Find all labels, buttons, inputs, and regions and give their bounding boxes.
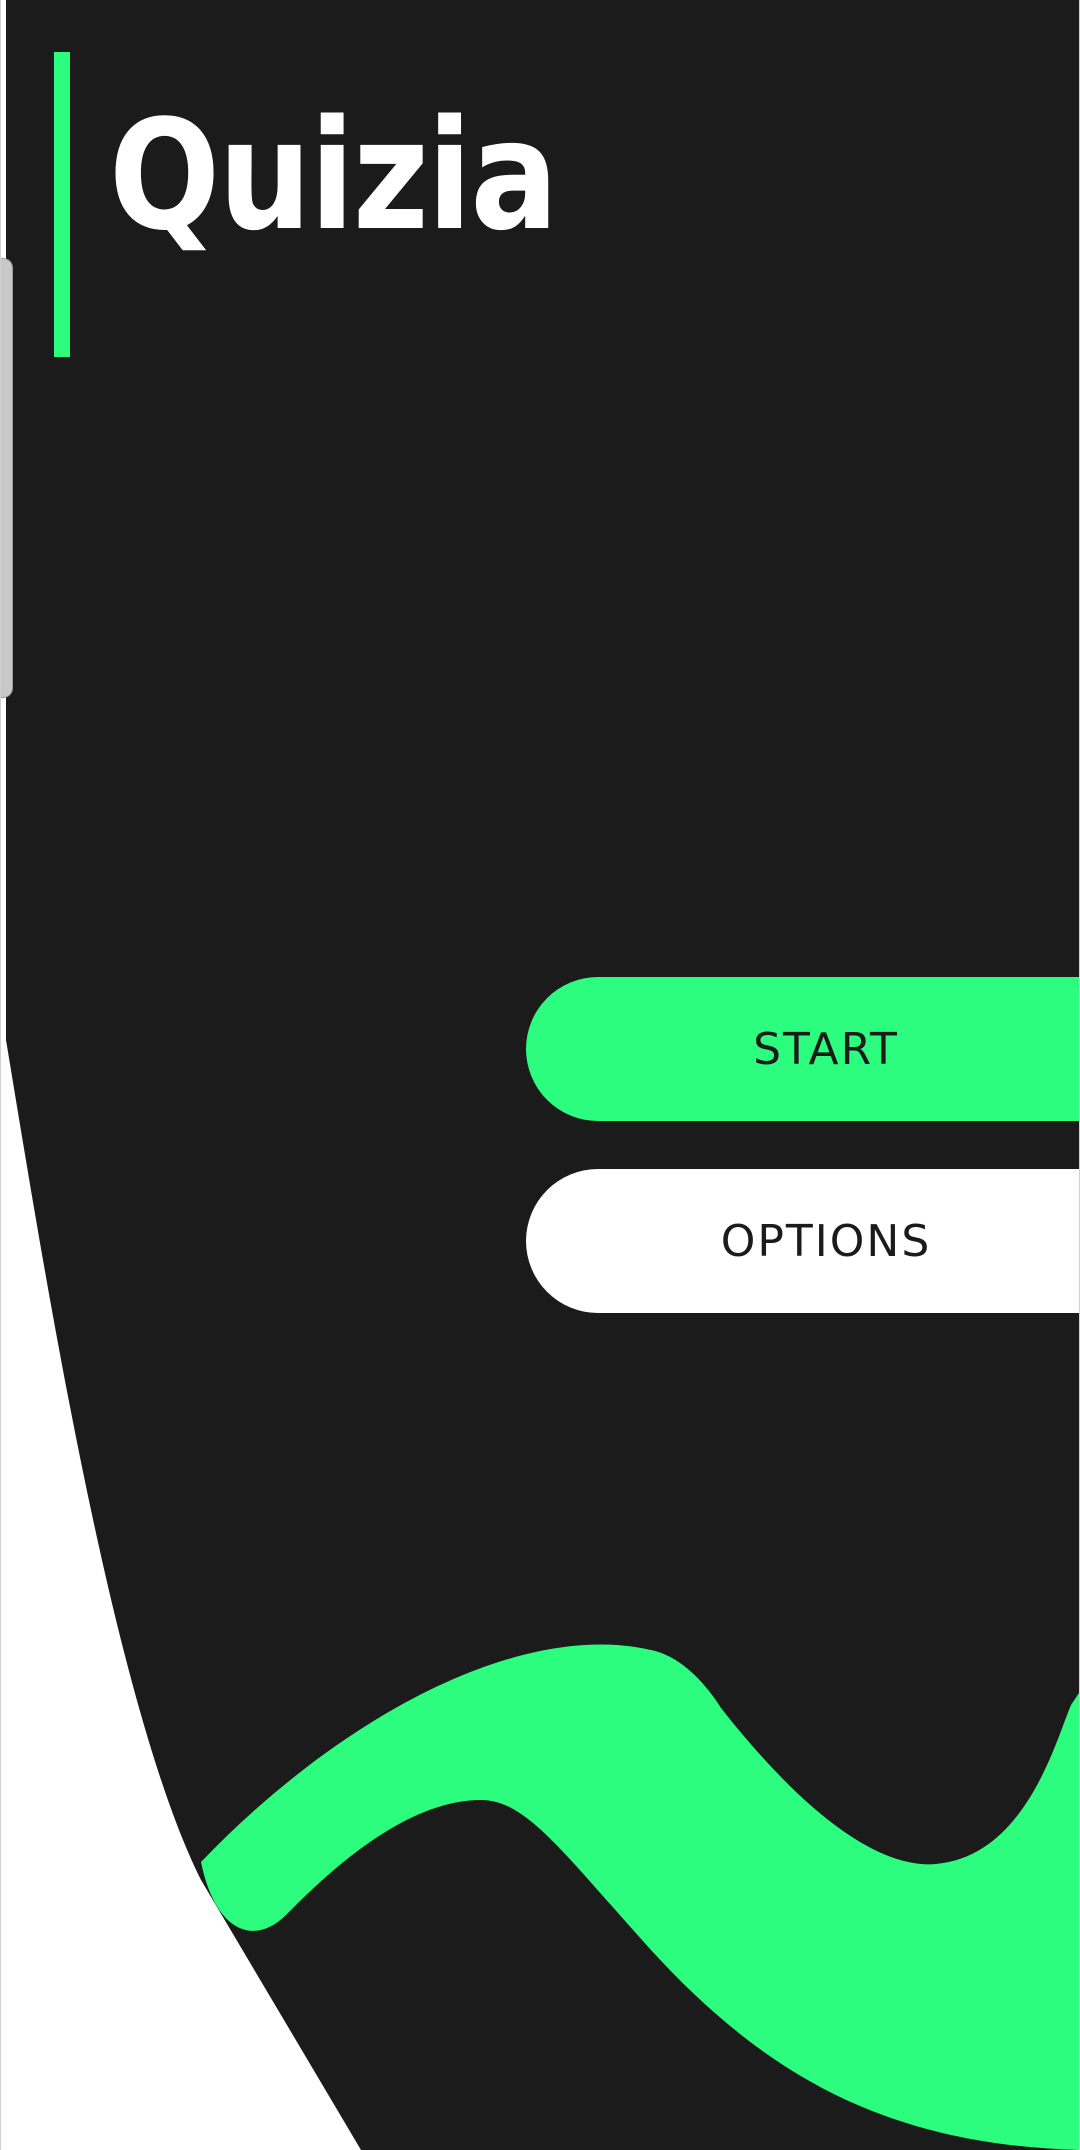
quiz-home-screen: Quizia START OPTIONS (0, 0, 1080, 2150)
app-title: Quizia (109, 87, 558, 264)
drag-handle-icon[interactable] (1, 258, 13, 698)
start-button[interactable]: START (526, 977, 1079, 1121)
title-accent-bar (54, 52, 70, 357)
options-button[interactable]: OPTIONS (526, 1169, 1079, 1313)
